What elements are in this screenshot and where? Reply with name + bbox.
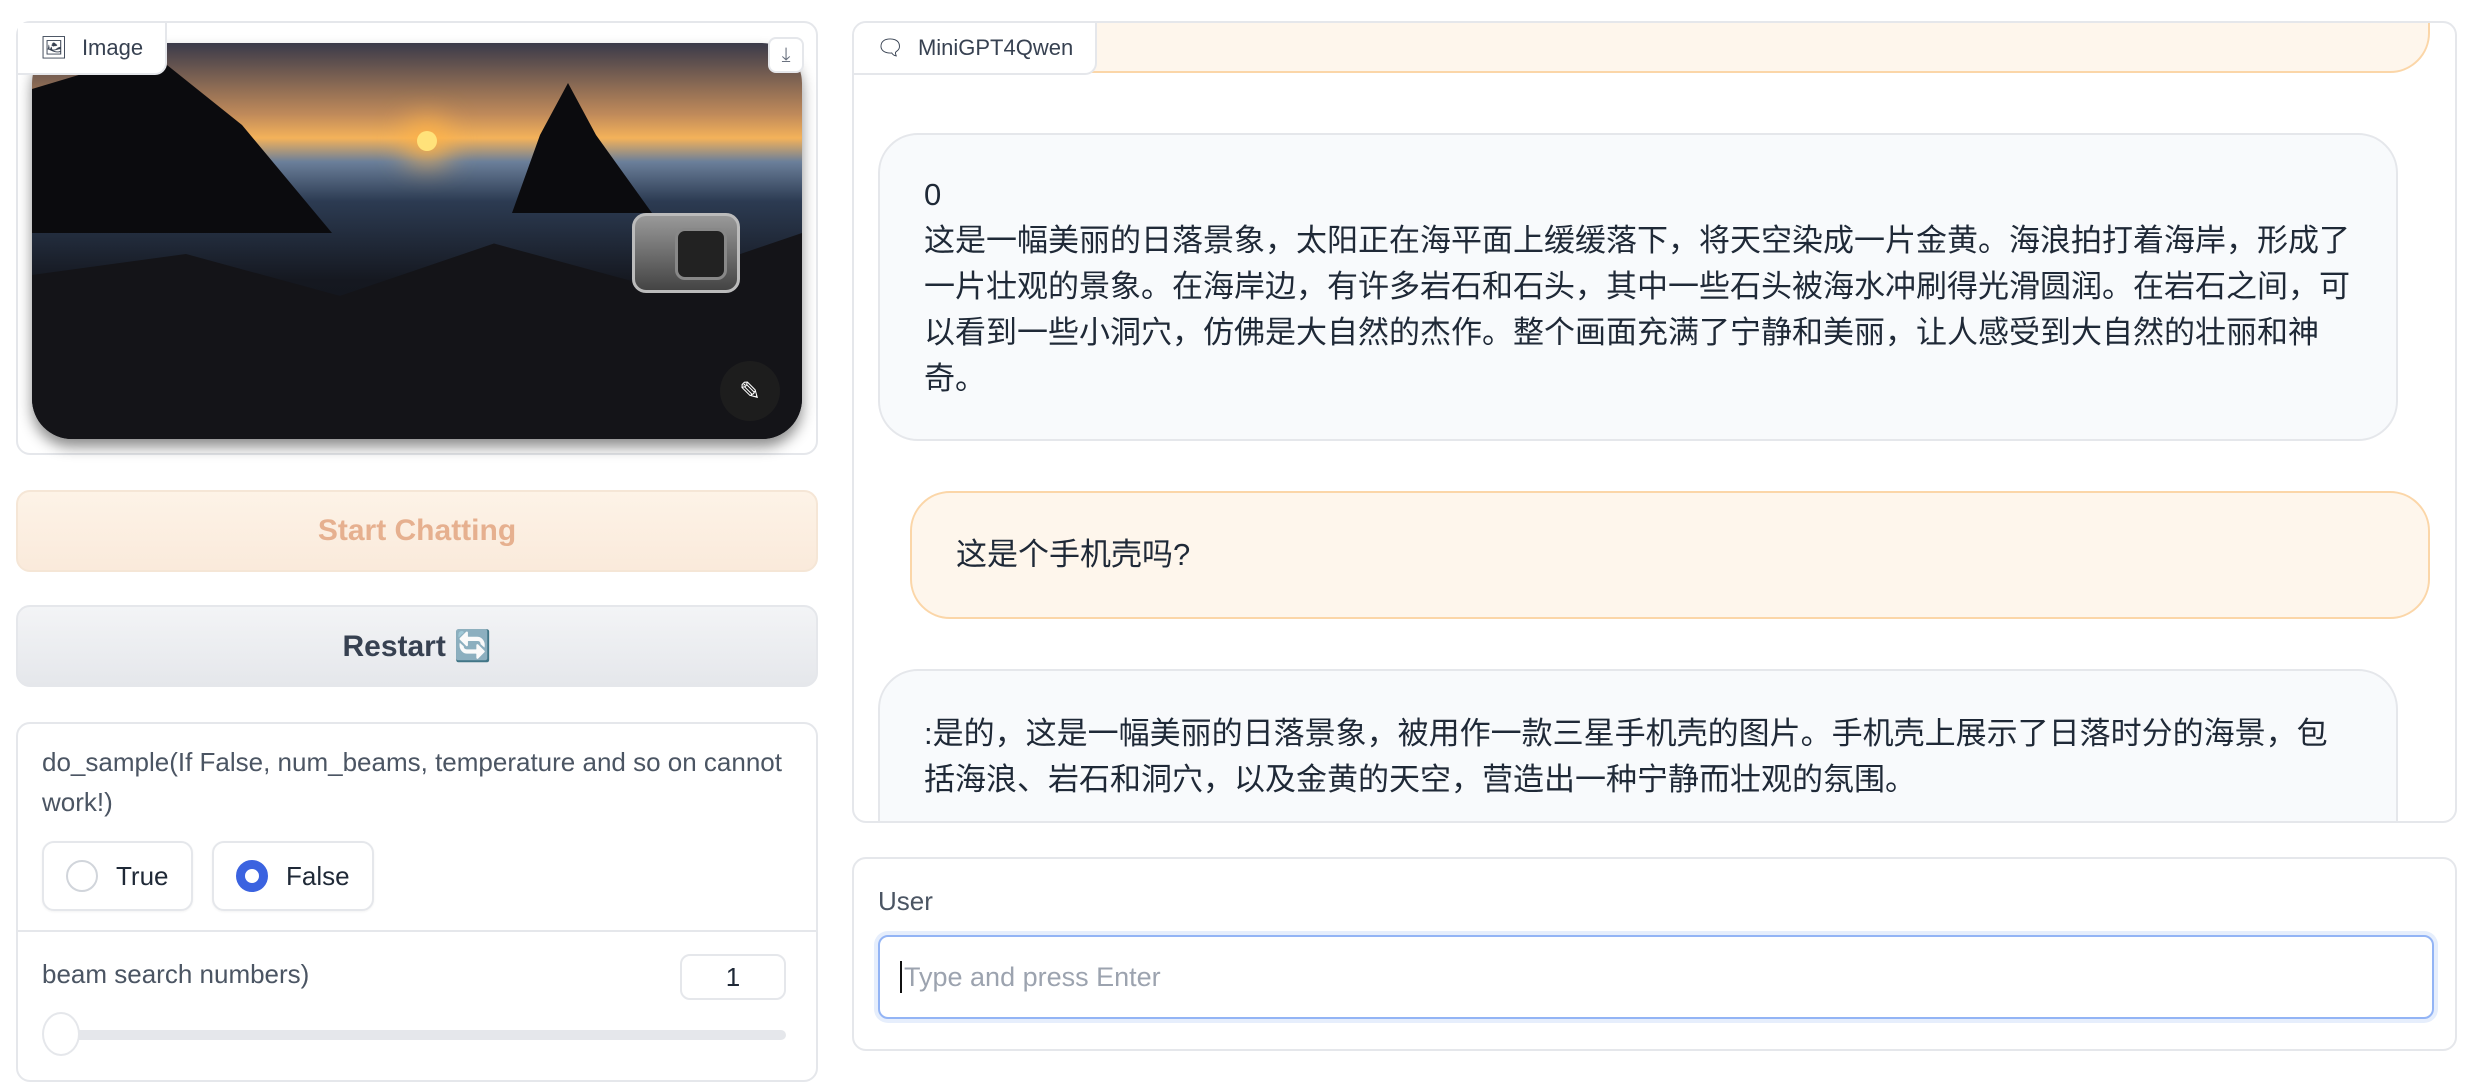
download-icon[interactable]: ⤓ [768, 37, 804, 73]
restart-button[interactable]: Restart 🔄 [16, 605, 818, 687]
bot-message: :是的，这是一幅美丽的日落景象，被用作一款三星手机壳的图片。手机壳上展示了日落时… [878, 669, 2398, 821]
divider [18, 930, 816, 932]
user-message-partial [910, 23, 2430, 73]
beam-slider-track[interactable] [66, 1030, 786, 1040]
bot-message: 0 这是一幅美丽的日落景象，太阳正在海平面上缓缓落下，将天空染成一片金黄。海浪拍… [878, 133, 2398, 441]
radio-circle [66, 860, 98, 892]
magic-wand-icon[interactable]: ✎ [720, 361, 780, 421]
settings-panel: do_sample(If False, num_beams, temperatu… [16, 722, 818, 1082]
beam-label: beam search numbers) [42, 959, 310, 989]
user-message-input[interactable]: Type and press Enter [878, 935, 2434, 1019]
do-sample-label: do_sample(If False, num_beams, temperatu… [42, 747, 782, 817]
user-input-panel: User Type and press Enter [852, 857, 2457, 1051]
chatbot-label: 🗨 MiniGPT4Qwen [854, 23, 1098, 75]
radio-false[interactable]: False [212, 841, 374, 911]
user-label: User [878, 886, 933, 916]
chat-icon: 🗨 [876, 35, 904, 60]
image-icon: 🖼 [40, 35, 68, 60]
radio-circle-selected [236, 860, 268, 892]
image-label: 🖼 Image [18, 23, 168, 75]
beam-slider-thumb[interactable] [42, 1012, 80, 1056]
user-message: 这是个手机壳吗? [910, 491, 2430, 619]
chatbot-panel: 🗨 MiniGPT4Qwen 0 这是一幅美丽的日落景象，太阳正在海平面上缓缓落下… [852, 21, 2457, 823]
uploaded-image: ✎ [32, 43, 802, 439]
start-chatting-button[interactable]: Start Chatting [16, 490, 818, 572]
beam-number-input[interactable]: 1 [680, 954, 786, 1000]
radio-true[interactable]: True [42, 841, 193, 911]
image-panel: 🖼 Image ⤓ ✎ [16, 21, 818, 455]
